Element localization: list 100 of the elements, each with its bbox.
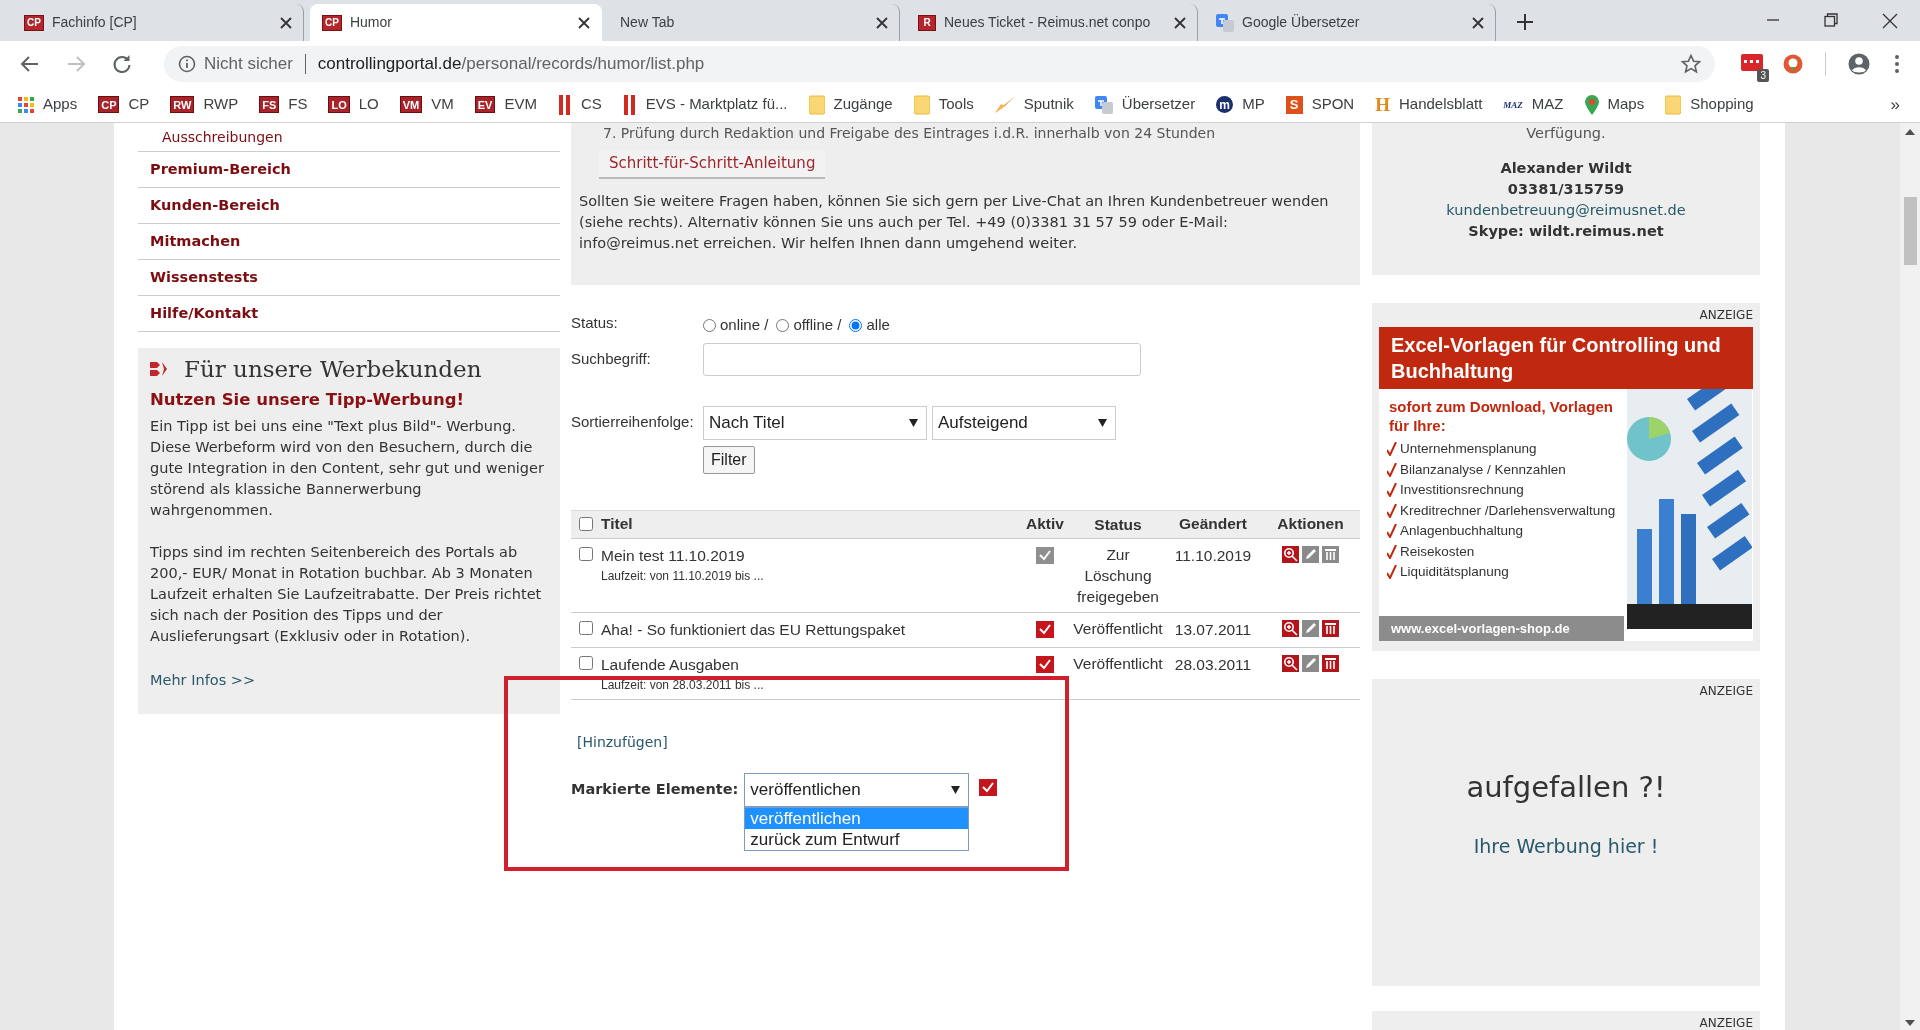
bookmark[interactable]: VM VM bbox=[399, 93, 454, 116]
browser-tab[interactable]: Google Übersetzer bbox=[1204, 4, 1496, 41]
sort-field-select[interactable]: Nach Titel bbox=[703, 405, 927, 440]
pencil-icon[interactable] bbox=[1302, 545, 1319, 563]
logo-mark[interactable]: CP bbox=[98, 96, 120, 113]
contact-name: Alexander Wildt bbox=[1499, 159, 1633, 178]
restore-icon[interactable] bbox=[1824, 12, 1838, 27]
trash-icon[interactable] bbox=[1322, 545, 1339, 563]
logo-mark[interactable]: LO bbox=[328, 96, 350, 113]
column-header: Status bbox=[1093, 514, 1143, 535]
bookmark[interactable]: FS FS bbox=[259, 93, 308, 116]
browser-tab[interactable]: CP Fachinfo [CP] bbox=[12, 4, 304, 41]
menu-icon[interactable] bbox=[1894, 54, 1900, 74]
email-link[interactable]: kundenbetreuung@reimusnet.de bbox=[1446, 202, 1686, 218]
bookmark[interactable]: Sputnik bbox=[994, 93, 1074, 116]
bookmark[interactable]: Maps bbox=[1584, 93, 1645, 116]
zoom-icon[interactable] bbox=[1282, 545, 1299, 563]
logo-mark[interactable]: EV bbox=[474, 96, 496, 113]
nav-link[interactable]: Mitmachen bbox=[150, 230, 241, 253]
bookmark[interactable]: Shopping bbox=[1665, 93, 1754, 116]
trash-icon[interactable] bbox=[1322, 619, 1339, 637]
bookmark[interactable]: Tools bbox=[913, 93, 974, 116]
bookmark[interactable]: m MP bbox=[1216, 93, 1265, 116]
bars-icon bbox=[557, 94, 572, 115]
back-arrow-icon[interactable] bbox=[20, 54, 40, 74]
logo-mark[interactable]: FS bbox=[259, 96, 280, 113]
browser-tab[interactable]: CP Humor bbox=[310, 4, 602, 41]
close-icon[interactable] bbox=[875, 15, 889, 30]
nav-link[interactable]: Premium-Bereich bbox=[150, 158, 291, 181]
trash-icon[interactable] bbox=[1322, 654, 1339, 672]
calendar-icon[interactable] bbox=[1741, 52, 1763, 72]
bookmark[interactable]: Zugänge bbox=[808, 93, 893, 116]
active-check-icon[interactable] bbox=[1036, 620, 1054, 638]
scroll-down-icon[interactable] bbox=[1905, 1020, 1915, 1026]
column-header: Aktionen bbox=[1276, 514, 1345, 535]
bookmark[interactable]: S SPON bbox=[1285, 93, 1355, 116]
overflow-button[interactable]: » bbox=[1890, 91, 1900, 118]
scroll-up-icon[interactable] bbox=[1905, 129, 1915, 135]
plus-icon[interactable] bbox=[1516, 13, 1534, 31]
add-link[interactable]: [Hinzufügen] bbox=[577, 731, 668, 753]
scroll-thumb[interactable] bbox=[1903, 197, 1917, 265]
active-check-icon[interactable] bbox=[1036, 655, 1054, 673]
nav-link[interactable]: Kunden-Bereich bbox=[150, 194, 280, 217]
reload-icon[interactable] bbox=[112, 54, 132, 74]
row-checkbox[interactable] bbox=[579, 655, 593, 670]
star-icon[interactable] bbox=[1681, 54, 1701, 74]
table-cell-text: 13.07.2011 bbox=[1173, 619, 1253, 640]
bookmark[interactable]: CP CP bbox=[98, 93, 150, 116]
bookmark[interactable]: Apps bbox=[18, 93, 78, 116]
logo-mark[interactable]: S bbox=[1285, 95, 1303, 114]
close-icon[interactable] bbox=[577, 15, 591, 30]
check-icon bbox=[1387, 483, 1397, 498]
row-checkbox[interactable] bbox=[579, 620, 593, 635]
bookmark[interactable]: H Handelsblatt bbox=[1375, 93, 1483, 116]
dropdown-option[interactable]: zurück zum Entwurf bbox=[745, 828, 969, 850]
zoom-icon[interactable] bbox=[1282, 619, 1299, 637]
confirm-check-icon[interactable] bbox=[979, 778, 998, 796]
radio-button[interactable] bbox=[703, 318, 716, 332]
bookmark[interactable]: CS bbox=[557, 93, 602, 116]
address-bar[interactable]: Nicht sicher controllingportal.de/personal/records/humor/list.php bbox=[164, 46, 1715, 82]
action-select[interactable]: veröffentlichen bbox=[744, 772, 970, 807]
close-icon[interactable] bbox=[279, 15, 293, 30]
browser-tab[interactable]: R Neues Ticket - Reimus.net conpo bbox=[906, 4, 1198, 41]
zoom-icon[interactable] bbox=[1282, 654, 1299, 672]
sort-order-select[interactable]: Aufsteigend bbox=[932, 405, 1116, 440]
browser-tab[interactable]: New Tab bbox=[608, 4, 900, 41]
pencil-icon[interactable] bbox=[1302, 619, 1319, 637]
radio-button[interactable] bbox=[776, 318, 790, 332]
account-icon[interactable] bbox=[1848, 53, 1870, 75]
url-text: controllingportal.de/personal/records/humor/list.php bbox=[317, 53, 705, 76]
logo-mark[interactable]: RW bbox=[170, 96, 195, 113]
more-info-link[interactable]: Mehr Infos >> bbox=[150, 671, 256, 688]
nav-link[interactable]: Hilfe/Kontakt bbox=[150, 302, 259, 325]
close-icon[interactable] bbox=[1173, 15, 1187, 30]
promo-headline: Nutzen Sie unsere Tipp-Werbung! bbox=[150, 390, 465, 410]
logo-mark[interactable]: MAZ bbox=[1503, 99, 1523, 110]
active-check-icon[interactable] bbox=[1036, 546, 1054, 564]
pencil-icon[interactable] bbox=[1302, 654, 1319, 672]
nav-link[interactable]: Ausschreibungen bbox=[162, 126, 283, 148]
close-icon[interactable] bbox=[1471, 15, 1485, 30]
bookmark[interactable]: EVS - Marktplatz fü... bbox=[622, 93, 788, 116]
map-pin-icon bbox=[1584, 94, 1599, 115]
guide-button[interactable]: Schritt-für-Schritt-Anleitung bbox=[599, 150, 826, 179]
bookmark[interactable]: RW RWP bbox=[170, 93, 239, 116]
search-field[interactable] bbox=[703, 342, 1141, 376]
logo-mark[interactable]: m bbox=[1216, 96, 1234, 113]
radio-button[interactable] bbox=[849, 318, 863, 332]
nav-link[interactable]: Wissenstests bbox=[150, 266, 258, 289]
scrollbar[interactable] bbox=[1900, 123, 1920, 1030]
row-checkbox[interactable] bbox=[579, 546, 593, 561]
bookmark[interactable]: MAZ MAZ bbox=[1503, 93, 1564, 116]
bookmark[interactable]: LO LO bbox=[328, 93, 379, 116]
close-icon[interactable] bbox=[1882, 12, 1898, 29]
duck-icon[interactable] bbox=[1783, 54, 1803, 74]
filter-button[interactable]: Filter bbox=[703, 445, 755, 474]
bookmark[interactable]: EV EVM bbox=[474, 93, 537, 116]
ad-link[interactable]: Ihre Werbung hier ! bbox=[1473, 831, 1659, 860]
select-all-checkbox[interactable] bbox=[579, 517, 593, 531]
logo-mark[interactable]: VM bbox=[399, 96, 423, 113]
bookmark[interactable]: Übersetzer bbox=[1094, 93, 1196, 116]
